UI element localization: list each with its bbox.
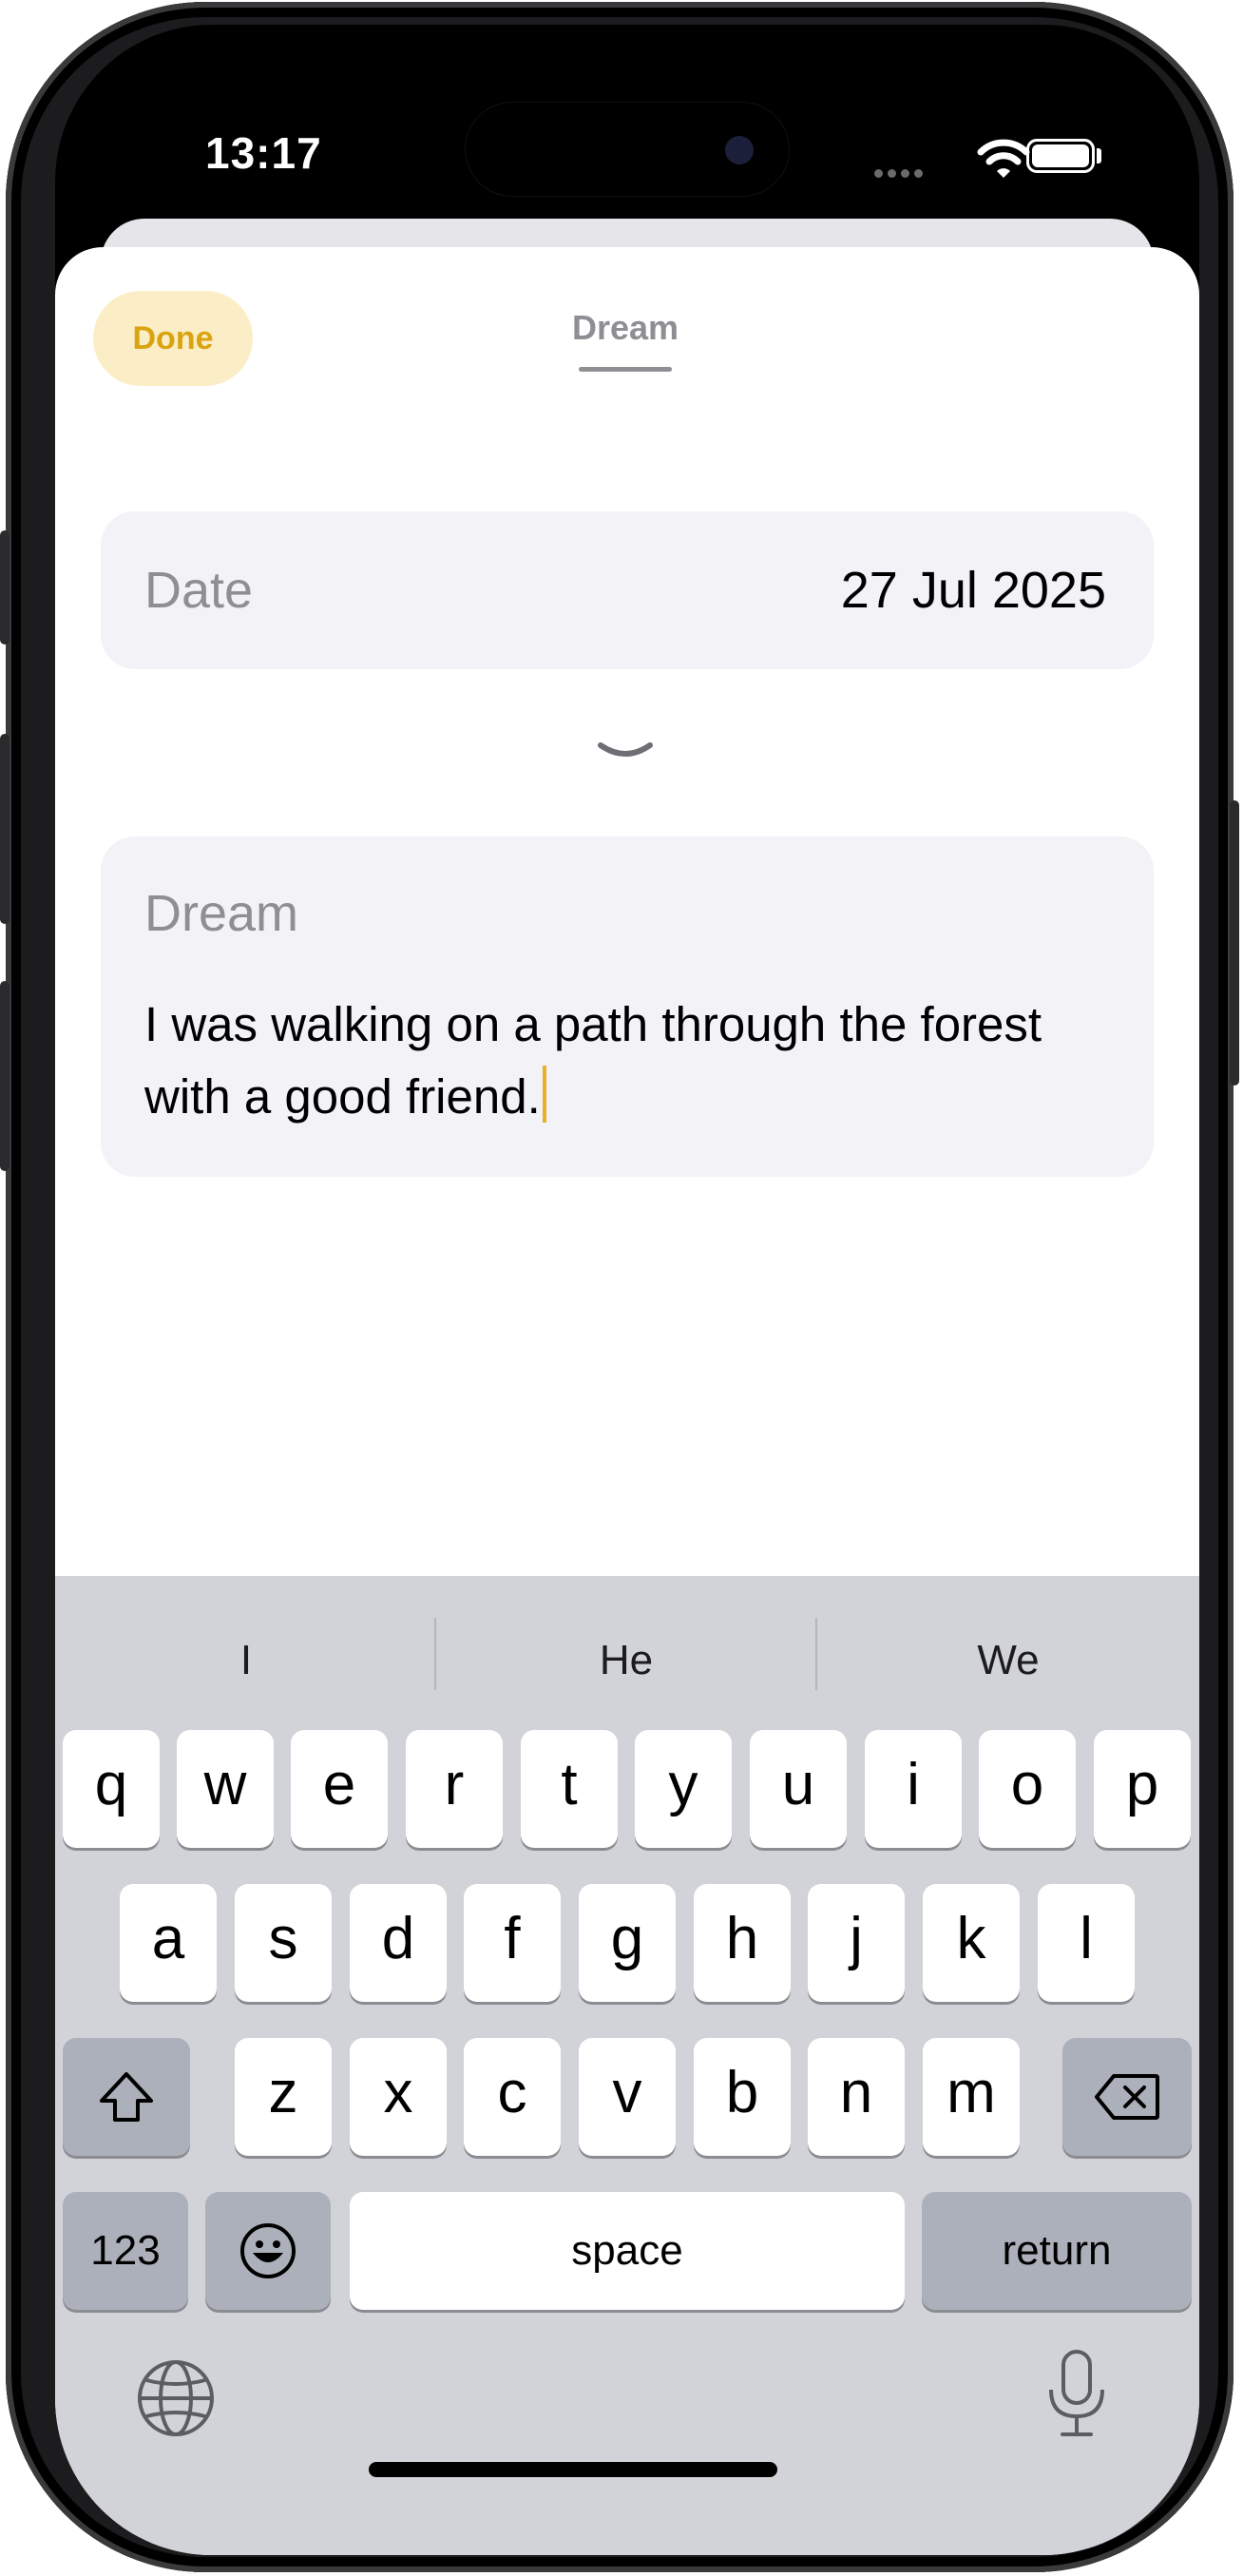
date-label: Date [144, 562, 254, 619]
key-r[interactable]: r [406, 1730, 503, 1848]
key-p[interactable]: p [1094, 1730, 1191, 1848]
wifi-icon [977, 139, 1030, 178]
key-d[interactable]: d [350, 1884, 447, 2002]
suggestion-divider [434, 1618, 436, 1690]
key-j[interactable]: j [808, 1884, 905, 2002]
key-o[interactable]: o [979, 1730, 1076, 1848]
action-button [0, 530, 10, 644]
key-a[interactable]: a [120, 1884, 217, 2002]
backspace-key[interactable] [1062, 2038, 1192, 2156]
suggestion-1[interactable]: I [85, 1637, 408, 1684]
status-time: 13:17 [205, 128, 322, 178]
key-e[interactable]: e [291, 1730, 388, 1848]
suggestion-divider [815, 1618, 817, 1690]
chevron-down-icon[interactable] [597, 738, 654, 766]
key-k[interactable]: k [923, 1884, 1020, 2002]
numbers-key[interactable]: 123 [63, 2192, 188, 2310]
key-i[interactable]: i [865, 1730, 962, 1848]
key-m[interactable]: m [923, 2038, 1020, 2156]
emoji-key[interactable] [205, 2192, 331, 2310]
keyboard: I He We q w e r t y u i o p a s d f g h … [55, 1576, 1199, 2555]
key-f[interactable]: f [464, 1884, 561, 2002]
backspace-icon [1095, 2073, 1159, 2120]
volume-up-button [0, 734, 10, 924]
key-t[interactable]: t [521, 1730, 618, 1848]
camera-icon [725, 136, 754, 164]
battery-icon [1026, 139, 1095, 173]
cellular-signal-icon [874, 165, 927, 183]
key-q[interactable]: q [63, 1730, 160, 1848]
space-key[interactable]: space [350, 2192, 905, 2310]
shift-key[interactable] [63, 2038, 190, 2156]
key-y[interactable]: y [635, 1730, 732, 1848]
volume-down-button [0, 981, 10, 1171]
dream-label: Dream [144, 885, 299, 942]
dream-text-value: I was walking on a path through the fore… [144, 997, 1042, 1124]
key-z[interactable]: z [235, 2038, 332, 2156]
key-g[interactable]: g [579, 1884, 676, 2002]
suggestion-3[interactable]: We [847, 1637, 1170, 1684]
return-key[interactable]: return [922, 2192, 1192, 2310]
key-l[interactable]: l [1038, 1884, 1135, 2002]
done-button[interactable]: Done [93, 291, 253, 386]
tab-dream[interactable]: Dream [568, 308, 682, 348]
dream-field[interactable]: Dream I was walking on a path through th… [101, 836, 1154, 1177]
key-b[interactable]: b [694, 2038, 791, 2156]
key-x[interactable]: x [350, 2038, 447, 2156]
key-c[interactable]: c [464, 2038, 561, 2156]
key-u[interactable]: u [750, 1730, 847, 1848]
microphone-icon[interactable] [1043, 2348, 1110, 2439]
phone-frame: 13:17 Done Dream Date 27 Jul 2025 Dream [0, 2, 1239, 2572]
tab-indicator [579, 367, 672, 372]
text-caret [542, 1066, 546, 1123]
key-w[interactable]: w [177, 1730, 274, 1848]
emoji-icon [240, 2222, 296, 2278]
dream-text-input[interactable]: I was walking on a path through the fore… [144, 989, 1104, 1133]
home-indicator[interactable] [369, 2462, 777, 2477]
date-value[interactable]: 27 Jul 2025 [841, 561, 1106, 620]
globe-icon[interactable] [135, 2357, 217, 2439]
shift-icon [100, 2071, 153, 2122]
power-button [1230, 800, 1239, 1086]
key-n[interactable]: n [808, 2038, 905, 2156]
date-field[interactable]: Date 27 Jul 2025 [101, 511, 1154, 669]
battery-cap [1097, 148, 1101, 163]
screen: 13:17 Done Dream Date 27 Jul 2025 Dream [55, 25, 1199, 2555]
key-s[interactable]: s [235, 1884, 332, 2002]
key-h[interactable]: h [694, 1884, 791, 2002]
key-v[interactable]: v [579, 2038, 676, 2156]
suggestion-2[interactable]: He [465, 1637, 788, 1684]
